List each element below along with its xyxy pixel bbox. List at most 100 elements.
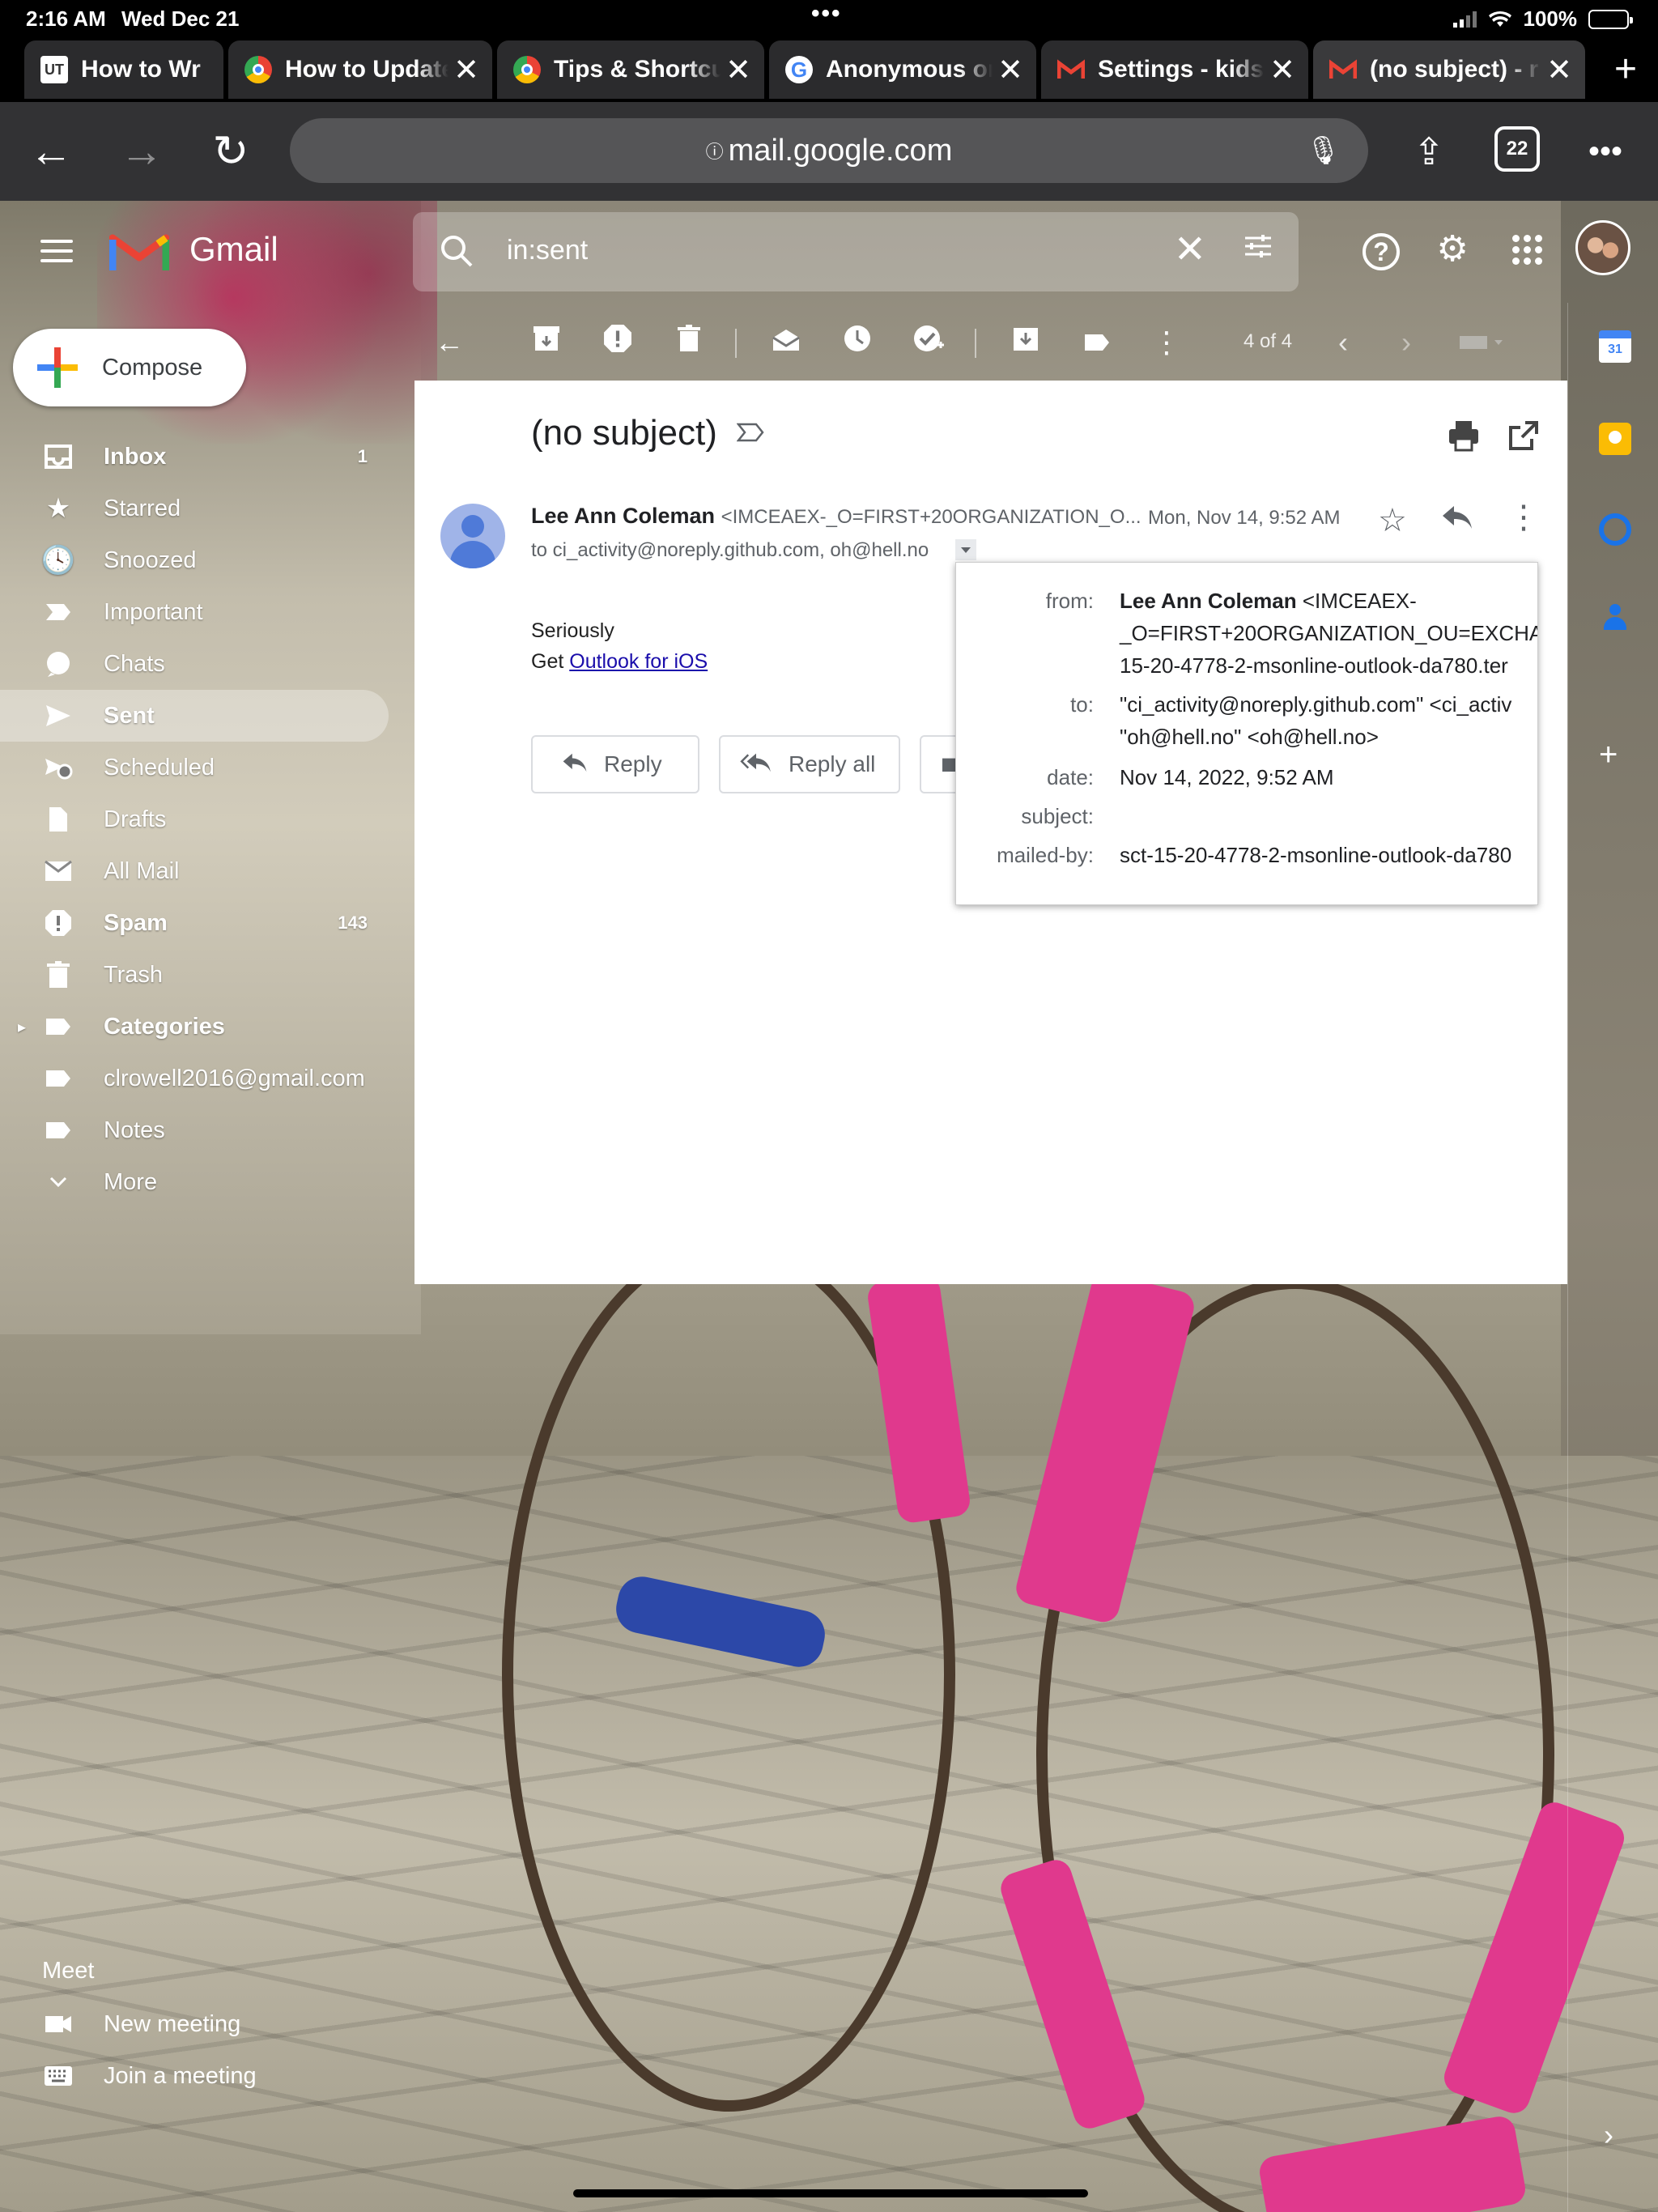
account-avatar[interactable] [1575,220,1630,275]
search-bar[interactable]: in:sent ✕ [413,212,1299,291]
tasks-icon[interactable] [1599,513,1631,546]
archive-icon[interactable] [528,324,565,361]
status-bar: 2:16 AM Wed Dec 21 ••• 100% [0,0,1658,39]
meet-new-meeting[interactable]: New meeting [0,1998,240,2050]
body-line: Seriously [531,619,614,642]
star-icon[interactable]: ☆ [1378,502,1407,539]
search-options-icon[interactable] [1242,230,1274,262]
show-side-panel-chevron-icon[interactable]: › [1604,2118,1613,2152]
more-actions-icon[interactable]: ⋮ [1148,324,1185,361]
back-arrow-icon[interactable]: ← [23,123,79,180]
sender-avatar[interactable] [440,504,505,568]
search-input[interactable]: in:sent [507,235,588,266]
show-details-dropdown-icon[interactable] [955,539,976,560]
clear-search-icon[interactable]: ✕ [1174,227,1206,272]
sidebar-item-chats[interactable]: Chats [0,638,405,690]
sidebar-item-scheduled[interactable]: Scheduled [0,742,405,793]
calendar-icon[interactable]: 31 [1599,330,1631,363]
home-indicator[interactable] [573,2189,1088,2197]
sender-name[interactable]: Lee Ann Coleman [531,504,715,528]
url-bar[interactable]: ⓘ mail.google.com 🎙 [290,118,1368,183]
get-addons-plus-icon[interactable]: + [1599,737,1618,773]
sidebar-item-important[interactable]: Important [0,586,405,638]
sidebar-item-drafts[interactable]: Drafts [0,793,405,845]
message-more-icon[interactable]: ⋮ [1507,499,1540,536]
sidebar-item-more[interactable]: More [0,1156,405,1208]
add-task-icon[interactable] [910,324,947,361]
report-spam-icon[interactable] [599,324,636,361]
more-menu-icon[interactable]: ••• [1577,123,1634,180]
meet-join-meeting[interactable]: Join a meeting [0,2050,257,2102]
tab-how-to-write[interactable]: UT How to Wr [24,40,223,99]
meet-section-title: Meet [42,1958,95,1984]
older-chevron-icon[interactable]: › [1388,324,1425,361]
reply-icon[interactable] [1441,502,1473,538]
microphone-icon[interactable]: 🎙 [1306,118,1341,183]
outlook-for-ios-link[interactable]: Outlook for iOS [569,650,708,673]
mark-unread-icon[interactable] [767,324,805,361]
keep-icon[interactable] [1599,423,1631,455]
sidebar-item-categories[interactable]: ▸ Categories [0,1001,405,1053]
share-icon[interactable]: ⇪ [1401,123,1457,180]
tab-settings-kids[interactable]: Settings - kids ✕ [1041,40,1308,99]
sidebar-item-trash[interactable]: Trash [0,949,405,1001]
reload-icon[interactable]: ↻ [202,123,259,180]
close-tab-icon[interactable]: ✕ [1541,52,1577,88]
new-tab-button[interactable]: + [1601,47,1650,91]
sidebar-item-sent[interactable]: Sent [0,690,389,742]
delete-icon[interactable] [670,324,708,361]
reply-button[interactable]: Reply [531,735,699,793]
sidebar-item-spam[interactable]: Spam 143 [0,897,405,949]
detail-to-value-1: "ci_activity@noreply.github.com" <ci_act… [1120,692,1512,717]
sidebar-item-inbox[interactable]: Inbox 1 [0,431,405,483]
label-icon[interactable] [1078,324,1116,361]
message-subject: (no subject) [531,413,717,453]
sidebar-item-starred[interactable]: ★ Starred [0,483,405,534]
snooze-icon[interactable] [839,324,876,361]
close-tab-icon[interactable]: ✕ [721,52,756,88]
close-tab-icon[interactable]: ✕ [993,52,1028,88]
open-in-new-window-icon[interactable] [1507,419,1540,452]
help-icon[interactable]: ? [1357,225,1405,274]
importance-marker-icon[interactable] [737,423,764,442]
contacts-icon[interactable] [1599,601,1631,633]
close-tab-icon[interactable]: ✕ [449,52,484,88]
move-to-icon[interactable] [1007,324,1044,361]
apps-grid-icon[interactable] [1503,225,1551,274]
newer-chevron-icon[interactable]: ‹ [1324,324,1362,361]
sidebar-item-label-clrowell[interactable]: clrowell2016@gmail.com [0,1053,405,1104]
tab-label: How to Update [285,56,449,83]
sidebar-item-label: Chats [104,650,165,677]
sidebar-item-label: Scheduled [104,754,215,781]
expand-arrow-icon[interactable]: ▸ [18,1017,26,1037]
tab-count-button[interactable]: 22 [1494,126,1540,172]
close-tab-icon[interactable]: ✕ [1265,52,1300,88]
clock-icon: 🕓 [40,545,76,576]
chevron-down-icon [42,1166,74,1198]
unread-count: 1 [357,446,368,466]
search-icon[interactable] [437,232,476,270]
forward-arrow-icon[interactable]: → [113,123,170,180]
status-date: Wed Dec 21 [121,6,240,31]
site-favicon-icon: UT [40,56,68,83]
tab-anonymous[interactable]: G Anonymous or ✕ [769,40,1036,99]
scheduled-icon [42,751,74,784]
sidebar-item-notes[interactable]: Notes [0,1104,405,1156]
send-icon [42,700,74,732]
sidebar-item-all-mail[interactable]: All Mail [0,845,405,897]
sidebar-item-snoozed[interactable]: 🕓 Snoozed [0,534,405,586]
multitasking-dots-icon[interactable]: ••• [811,0,842,28]
tab-no-subject[interactable]: (no subject) - r ✕ [1313,40,1585,99]
reply-all-button[interactable]: Reply all [719,735,900,793]
tab-tips-shortcuts[interactable]: Tips & Shortcu ✕ [497,40,764,99]
tab-how-to-update[interactable]: How to Update ✕ [228,40,492,99]
compose-button[interactable]: Compose [13,329,246,406]
trash-icon [42,959,74,991]
back-to-list-icon[interactable]: ← [431,324,468,361]
detail-label-to: to: [1070,692,1094,717]
input-tools-icon[interactable] [1451,324,1516,361]
print-icon[interactable] [1448,419,1480,452]
main-menu-icon[interactable] [40,233,73,269]
gear-icon[interactable]: ⚙ [1428,225,1477,274]
google-icon: G [785,56,813,83]
